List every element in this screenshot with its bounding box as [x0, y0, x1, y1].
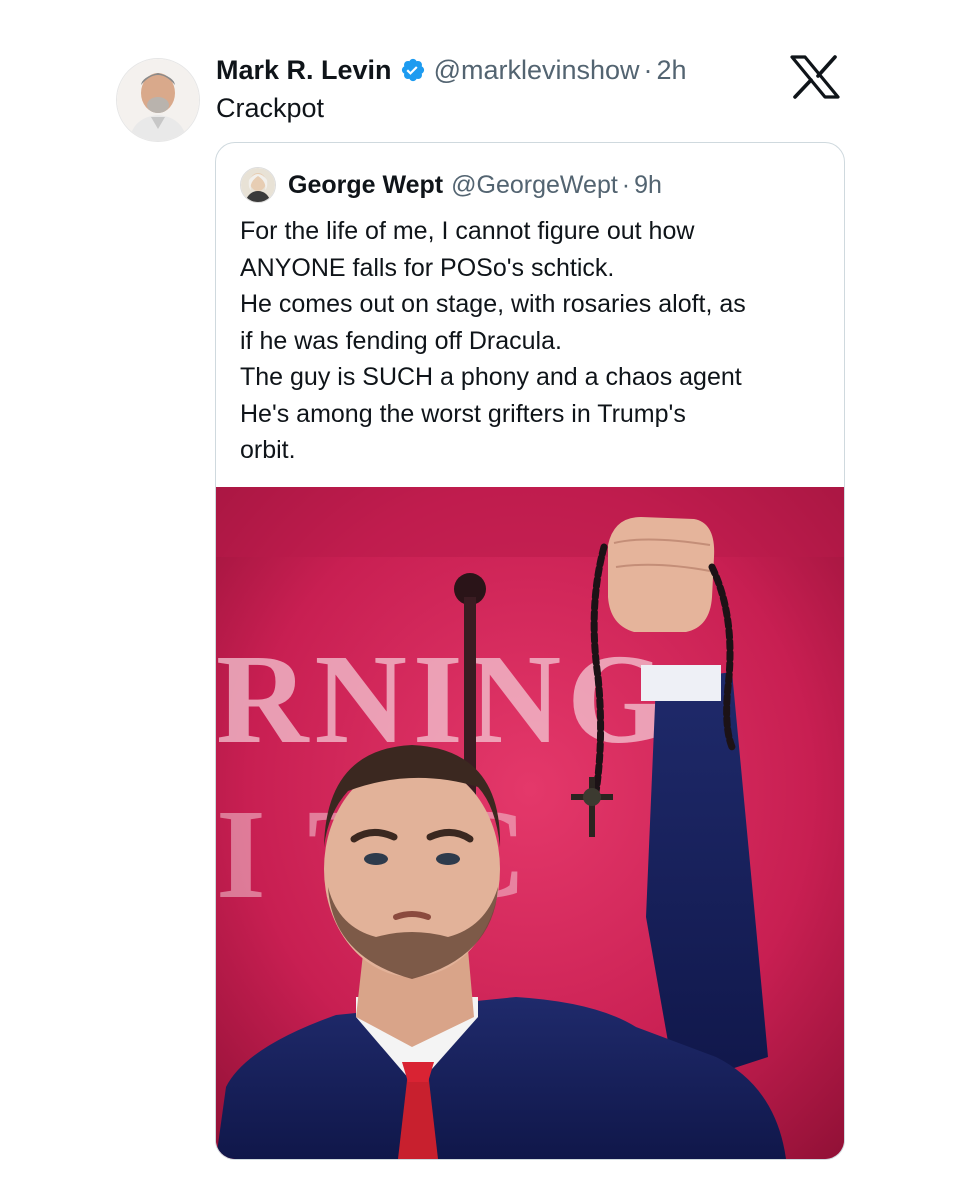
quoted-text-line: He's among the worst grifters in Trump's	[240, 399, 686, 428]
quoted-text-line: He comes out on stage, with rosaries alo…	[240, 290, 746, 318]
quoted-tweet-text: For the life of me, I cannot figure out …	[240, 213, 830, 469]
quoted-header-separator: ·	[621, 170, 631, 199]
quoted-tweet-timestamp[interactable]: 9h	[634, 171, 662, 200]
author-avatar[interactable]	[116, 58, 200, 142]
author-avatar-image	[117, 59, 199, 141]
quoted-text-line: The guy is SUCH a phony and a chaos agen…	[240, 363, 742, 391]
quoted-author-avatar[interactable]	[240, 167, 276, 203]
quoted-author-name[interactable]: George Wept	[288, 171, 443, 200]
quoted-tweet-card[interactable]: George Wept @GeorgeWept · 9h For the lif…	[215, 142, 845, 1160]
author-name[interactable]: Mark R. Levin	[216, 55, 392, 86]
tweet-header: Mark R. Levin @marklevinshow · 2h	[216, 52, 687, 88]
quoted-text-line: if he was fending off Dracula.	[240, 326, 562, 355]
quoted-author-handle[interactable]: @GeorgeWept	[451, 171, 618, 200]
quoted-text-line: ANYONE falls for POSo's schtick.	[240, 253, 615, 282]
stage-sign-letters-top: RNING	[216, 628, 673, 770]
author-handle[interactable]: @marklevinshow	[434, 55, 640, 86]
tweet-timestamp[interactable]: 2h	[657, 55, 687, 86]
header-separator: ·	[643, 54, 653, 85]
quoted-text-line: For the life of me, I cannot figure out …	[240, 217, 695, 245]
quoted-tweet-header: George Wept @GeorgeWept · 9h	[240, 167, 662, 203]
quoted-tweet-photo[interactable]: RNING I T C	[216, 487, 844, 1159]
tweet-text: Crackpot	[216, 93, 325, 123]
verified-badge-icon	[400, 57, 426, 83]
x-logo-icon[interactable]	[790, 55, 840, 99]
quoted-text-line: orbit.	[240, 436, 296, 464]
